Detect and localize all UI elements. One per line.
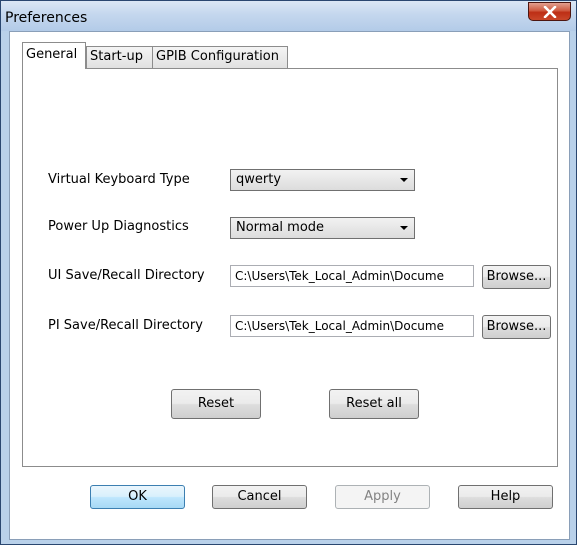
ok-button[interactable]: OK	[90, 485, 185, 509]
pi-save-recall-directory-field[interactable]: C:\Users\Tek_Local_Admin\Docume	[230, 315, 474, 337]
close-button[interactable]	[528, 2, 571, 21]
chevron-down-icon	[400, 226, 408, 230]
pi-save-recall-label: PI Save/Recall Directory	[48, 318, 203, 333]
virtual-keyboard-value: qwerty	[236, 172, 282, 187]
tab-start-up[interactable]: Start-up	[86, 46, 153, 68]
cancel-button[interactable]: Cancel	[212, 485, 307, 509]
window-title: Preferences	[5, 10, 88, 26]
pi-browse-button[interactable]: Browse...	[482, 315, 551, 339]
apply-button[interactable]: Apply	[335, 485, 430, 509]
ui-save-recall-label: UI Save/Recall Directory	[48, 268, 205, 283]
chevron-down-icon	[400, 178, 408, 182]
general-tab-panel: Virtual Keyboard Type qwerty Power Up Di…	[22, 68, 558, 467]
dialog-client-area: General Start-up GPIB Configuration Virt…	[9, 31, 570, 540]
virtual-keyboard-label: Virtual Keyboard Type	[48, 172, 190, 187]
help-button[interactable]: Help	[458, 485, 553, 509]
tab-general[interactable]: General	[22, 42, 86, 69]
close-icon	[543, 6, 557, 18]
tab-gpib-configuration[interactable]: GPIB Configuration	[152, 46, 288, 68]
power-up-diagnostics-dropdown[interactable]: Normal mode	[230, 217, 415, 239]
power-up-diagnostics-value: Normal mode	[236, 220, 325, 235]
ui-browse-button[interactable]: Browse...	[482, 265, 551, 289]
reset-all-button[interactable]: Reset all	[329, 389, 419, 419]
virtual-keyboard-dropdown[interactable]: qwerty	[230, 169, 415, 191]
reset-button[interactable]: Reset	[171, 389, 261, 419]
power-up-diagnostics-label: Power Up Diagnostics	[48, 219, 189, 234]
ui-save-recall-directory-field[interactable]: C:\Users\Tek_Local_Admin\Docume	[230, 265, 474, 287]
preferences-window: Preferences General Start-up GPIB Config…	[0, 0, 577, 545]
title-bar[interactable]: Preferences	[1, 1, 576, 31]
